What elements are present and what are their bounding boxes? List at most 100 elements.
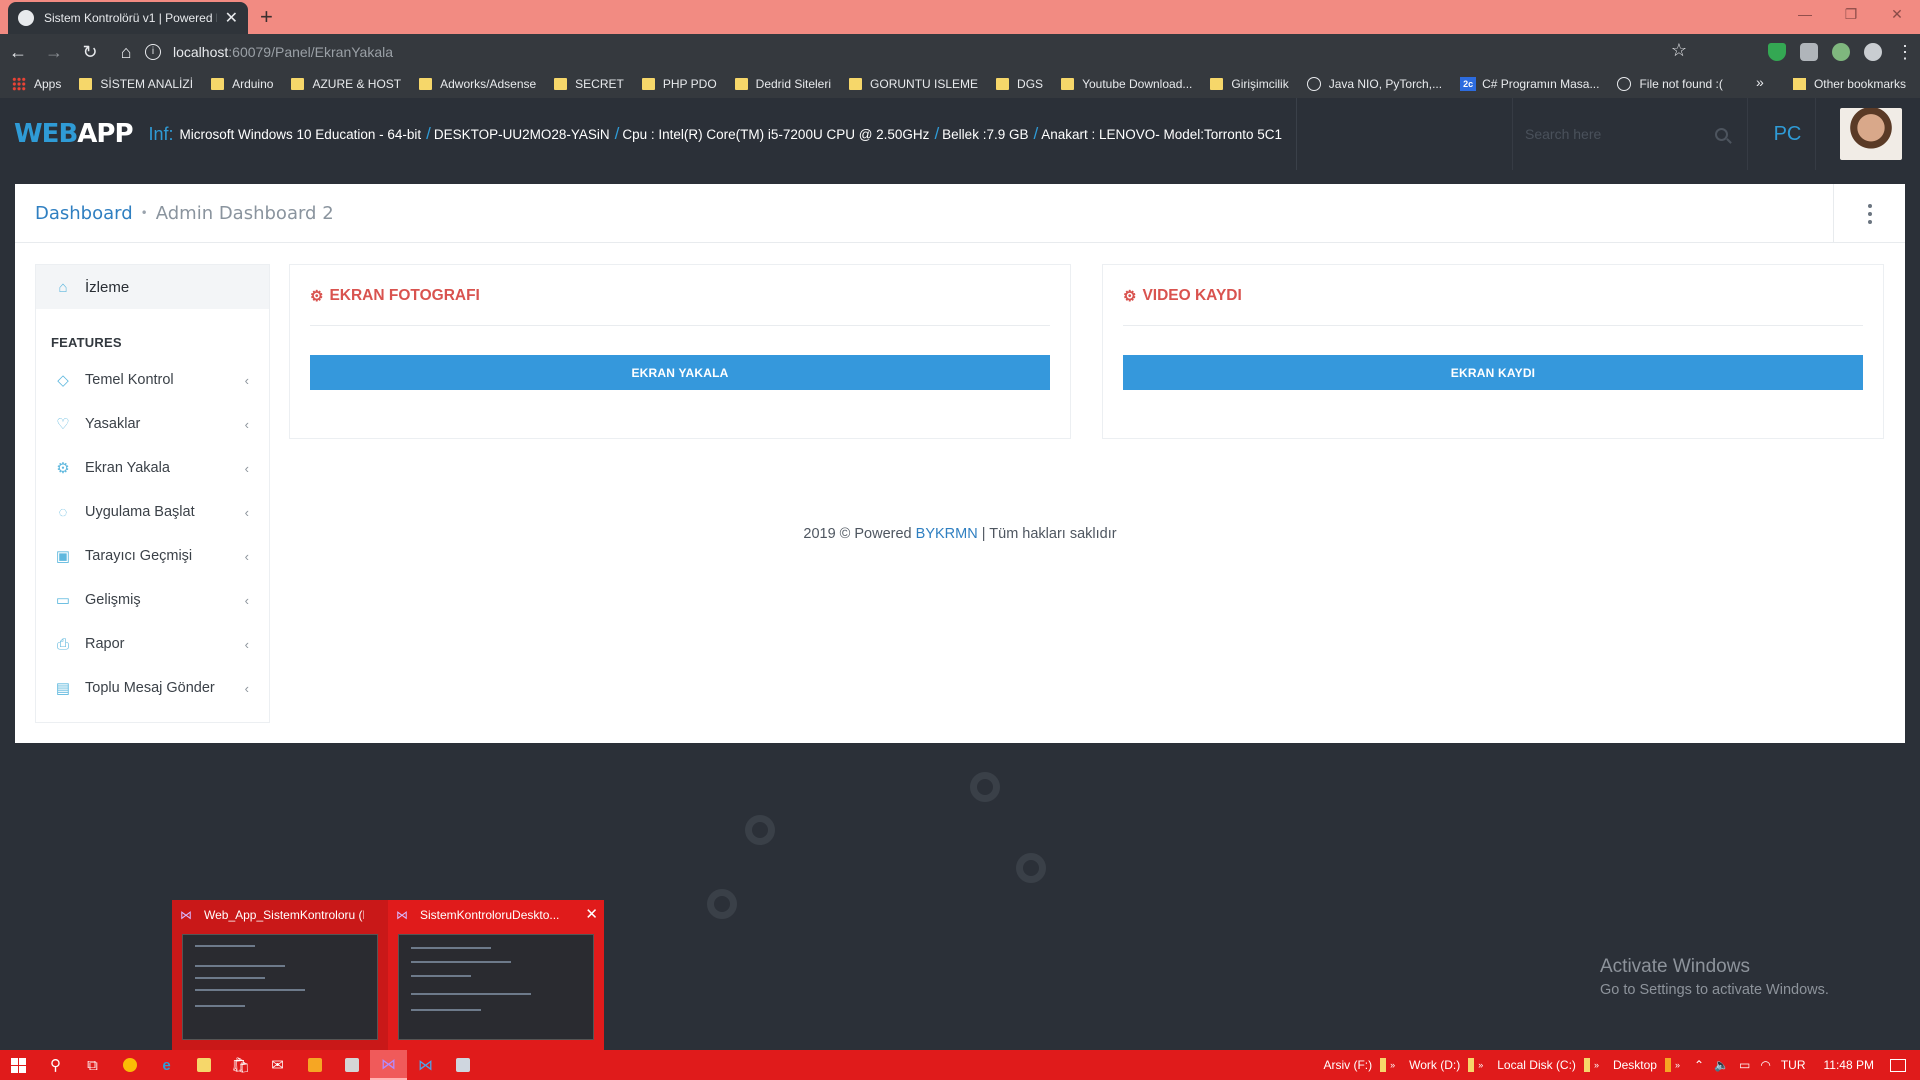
sidebar-item-izleme[interactable]: ⌂ İzleme — [36, 265, 269, 309]
bookmark-item[interactable]: Arduino — [211, 77, 273, 91]
start-button[interactable] — [0, 1050, 37, 1080]
sidebar-item-rapor[interactable]: ⎙ Rapor ‹ — [36, 622, 269, 666]
wifi-icon[interactable]: ◠ — [1760, 1058, 1770, 1072]
language-indicator[interactable]: TUR — [1781, 1058, 1806, 1072]
other-bookmarks[interactable]: Other bookmarks — [1792, 70, 1906, 98]
thumbnail-close-icon[interactable]: ✕ — [585, 905, 598, 923]
bookmark-item[interactable]: PHP PDO — [641, 77, 717, 91]
bookmark-item[interactable]: Youtube Download... — [1061, 77, 1192, 91]
bookmark-item[interactable]: DGS — [996, 77, 1043, 91]
chevron-left-icon[interactable]: ‹ — [245, 461, 249, 476]
new-tab-button[interactable]: + — [260, 4, 273, 30]
chevron-left-icon[interactable]: ‹ — [245, 593, 249, 608]
drive-toolbar-item[interactable]: Work (D:)» — [1409, 1058, 1483, 1072]
app-taskbar-icon[interactable] — [296, 1050, 333, 1080]
sidebar-item-ekran-yakala[interactable]: ⚙ Ekran Yakala ‹ — [36, 446, 269, 490]
sidebar-item-geli-mi-[interactable]: ▭ Gelişmiş ‹ — [36, 578, 269, 622]
file-explorer-icon[interactable] — [185, 1050, 222, 1080]
search-icon[interactable] — [1715, 127, 1728, 141]
volume-icon[interactable]: 🔈 — [1714, 1058, 1729, 1072]
chevron-left-icon[interactable]: ‹ — [245, 681, 249, 696]
sidebar-item-yasaklar[interactable]: ♡ Yasaklar ‹ — [36, 402, 269, 446]
thumbnail-window[interactable]: ⋈ SistemKontroloruDeskto... ✕ — [388, 900, 604, 1050]
close-window-icon[interactable]: ✕ — [1874, 0, 1920, 30]
avatar[interactable] — [1840, 108, 1902, 160]
gear-icon: ⚙ — [310, 288, 324, 305]
chevron-up-icon[interactable]: ⌃ — [1694, 1058, 1704, 1072]
chrome-taskbar-icon[interactable] — [111, 1050, 148, 1080]
bookmark-item[interactable]: AZURE & HOST — [291, 77, 401, 91]
app-taskbar-icon-2[interactable] — [333, 1050, 370, 1080]
card-title-text: VIDEO KAYDI — [1142, 287, 1242, 304]
bookmark-label: PHP PDO — [662, 77, 717, 91]
forward-arrow-icon[interactable]: → — [36, 42, 72, 63]
task-view-icon[interactable]: ⧉ — [74, 1050, 111, 1080]
pc-label[interactable]: PC — [1760, 98, 1816, 170]
folder-icon — [1210, 78, 1224, 90]
breadcrumb-link-dashboard[interactable]: Dashboard — [35, 203, 133, 224]
thumbnail-window[interactable]: ⋈ Web_App_SistemKontroloru (R... — [172, 900, 388, 1050]
screenshot-card: ⚙ EKRAN FOTOGRAFI EKRAN YAKALA — [289, 264, 1071, 439]
bookmark-item[interactable]: GORUNTU ISLEME — [849, 77, 978, 91]
bookmark-item[interactable]: SİSTEM ANALİZİ — [79, 77, 193, 91]
home-icon[interactable]: ⌂ — [108, 42, 144, 63]
restore-icon[interactable]: ❐ — [1828, 0, 1874, 30]
activate-windows-watermark: Activate Windows Go to Settings to activ… — [1600, 956, 1829, 998]
tab-close-icon[interactable]: ✕ — [225, 8, 238, 28]
chevron-left-icon[interactable]: ‹ — [245, 417, 249, 432]
capture-screen-button[interactable]: EKRAN YAKALA — [310, 355, 1050, 390]
mail-icon[interactable]: ✉ — [259, 1050, 296, 1080]
bookmark-item[interactable]: Java NIO, PyTorch,... — [1306, 77, 1442, 91]
drive-toolbar-item[interactable]: Arsiv (F:)» — [1323, 1058, 1395, 1072]
edge-taskbar-icon[interactable]: e — [148, 1050, 185, 1080]
bookmark-item[interactable]: Girişimcilik — [1210, 77, 1289, 91]
store-icon[interactable]: 🛍 — [222, 1050, 259, 1080]
app-taskbar-icon-3[interactable] — [444, 1050, 481, 1080]
clock[interactable]: 11:48 PM — [1824, 1058, 1874, 1072]
chevron-left-icon[interactable]: ‹ — [245, 637, 249, 652]
bookmark-item[interactable]: Apps — [12, 77, 61, 91]
reload-icon[interactable]: ↻ — [72, 42, 108, 63]
extension-icon-2[interactable] — [1832, 43, 1850, 61]
search-input[interactable] — [1525, 126, 1715, 142]
minimize-icon[interactable]: — — [1782, 0, 1828, 30]
drive-toolbar-item[interactable]: Desktop» — [1613, 1058, 1680, 1072]
browser-tab-active[interactable]: Sistem Kontrolörü v1 | Powered B ✕ — [8, 2, 248, 34]
vscode-taskbar-icon[interactable]: ⋈ — [407, 1050, 444, 1080]
bulb-icon: ◌ — [58, 503, 68, 521]
footer-brand-link[interactable]: BYKRMN — [916, 526, 978, 542]
site-info-icon[interactable]: i — [145, 44, 161, 60]
bookmark-item[interactable]: 2c C# Programın Masa... — [1460, 77, 1599, 91]
address-bar[interactable]: i localhost:60079/Panel/EkranYakala ☆ — [145, 38, 1715, 66]
notification-icon[interactable] — [1890, 1058, 1906, 1072]
bookmark-item[interactable]: File not found :( — [1617, 77, 1723, 91]
profile-avatar-icon[interactable] — [1864, 43, 1882, 61]
record-screen-button[interactable]: EKRAN KAYDI — [1123, 355, 1863, 390]
watermark-subtitle: Go to Settings to activate Windows. — [1600, 982, 1829, 998]
sidebar-item-temel-kontrol[interactable]: ◇ Temel Kontrol ‹ — [36, 358, 269, 402]
bookmark-item[interactable]: SECRET — [554, 77, 624, 91]
more-bookmarks-chevron-icon[interactable]: » — [1756, 74, 1764, 90]
bookmark-star-icon[interactable]: ☆ — [1671, 40, 1687, 61]
divider — [1123, 325, 1863, 326]
thumbnail-preview — [398, 934, 594, 1040]
more-options-icon[interactable] — [1833, 184, 1905, 243]
drive-toolbar-item[interactable]: Local Disk (C:)» — [1497, 1058, 1599, 1072]
bookmark-item[interactable]: Dedrid Siteleri — [734, 77, 831, 91]
bookmark-item[interactable]: Adworks/Adsense — [419, 77, 536, 91]
visual-studio-taskbar-icon[interactable]: ⋈ — [370, 1050, 407, 1080]
chevron-left-icon[interactable]: ‹ — [245, 549, 249, 564]
separator: / — [1033, 124, 1039, 143]
chevron-left-icon[interactable]: ‹ — [245, 505, 249, 520]
search-icon[interactable]: ⚲ — [37, 1050, 74, 1080]
extension-icon[interactable] — [1800, 43, 1818, 61]
chrome-menu-icon[interactable]: ⋮ — [1896, 43, 1914, 61]
sidebar-item-toplu-mesaj-g-nder[interactable]: ▤ Toplu Mesaj Gönder ‹ — [36, 666, 269, 710]
shield-extension-icon[interactable] — [1768, 43, 1786, 61]
other-bookmarks-label: Other bookmarks — [1813, 77, 1906, 91]
back-arrow-icon[interactable]: ← — [0, 42, 36, 63]
app-logo[interactable]: WEBAPP — [14, 119, 134, 149]
battery-icon[interactable]: ▭ — [1739, 1058, 1750, 1072]
motherboard-info: Anakart : LENOVO- Model:Torronto 5C1 — [1041, 126, 1283, 142]
chevron-left-icon[interactable]: ‹ — [245, 373, 249, 388]
